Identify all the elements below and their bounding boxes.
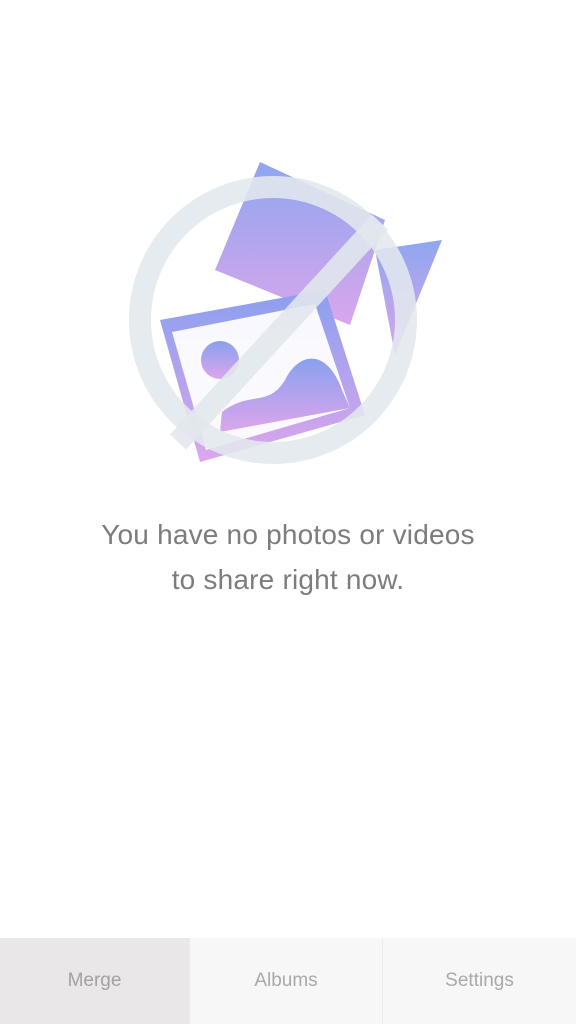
tab-albums[interactable]: Albums bbox=[190, 938, 383, 1024]
empty-state-line-1: You have no photos or videos bbox=[101, 519, 475, 550]
bottom-tab-bar: Merge Albums Settings bbox=[0, 938, 576, 1024]
tab-settings-label: Settings bbox=[445, 970, 514, 991]
no-photos-videos-icon bbox=[129, 162, 442, 464]
tab-albums-label: Albums bbox=[254, 970, 318, 991]
screen: You have no photos or videos to share ri… bbox=[0, 0, 576, 1024]
empty-state-message: You have no photos or videos to share ri… bbox=[0, 512, 576, 602]
tab-settings[interactable]: Settings bbox=[383, 938, 576, 1024]
tab-merge[interactable]: Merge bbox=[0, 938, 190, 1024]
tab-merge-label: Merge bbox=[67, 970, 122, 991]
empty-state-line-2: to share right now. bbox=[171, 564, 405, 595]
